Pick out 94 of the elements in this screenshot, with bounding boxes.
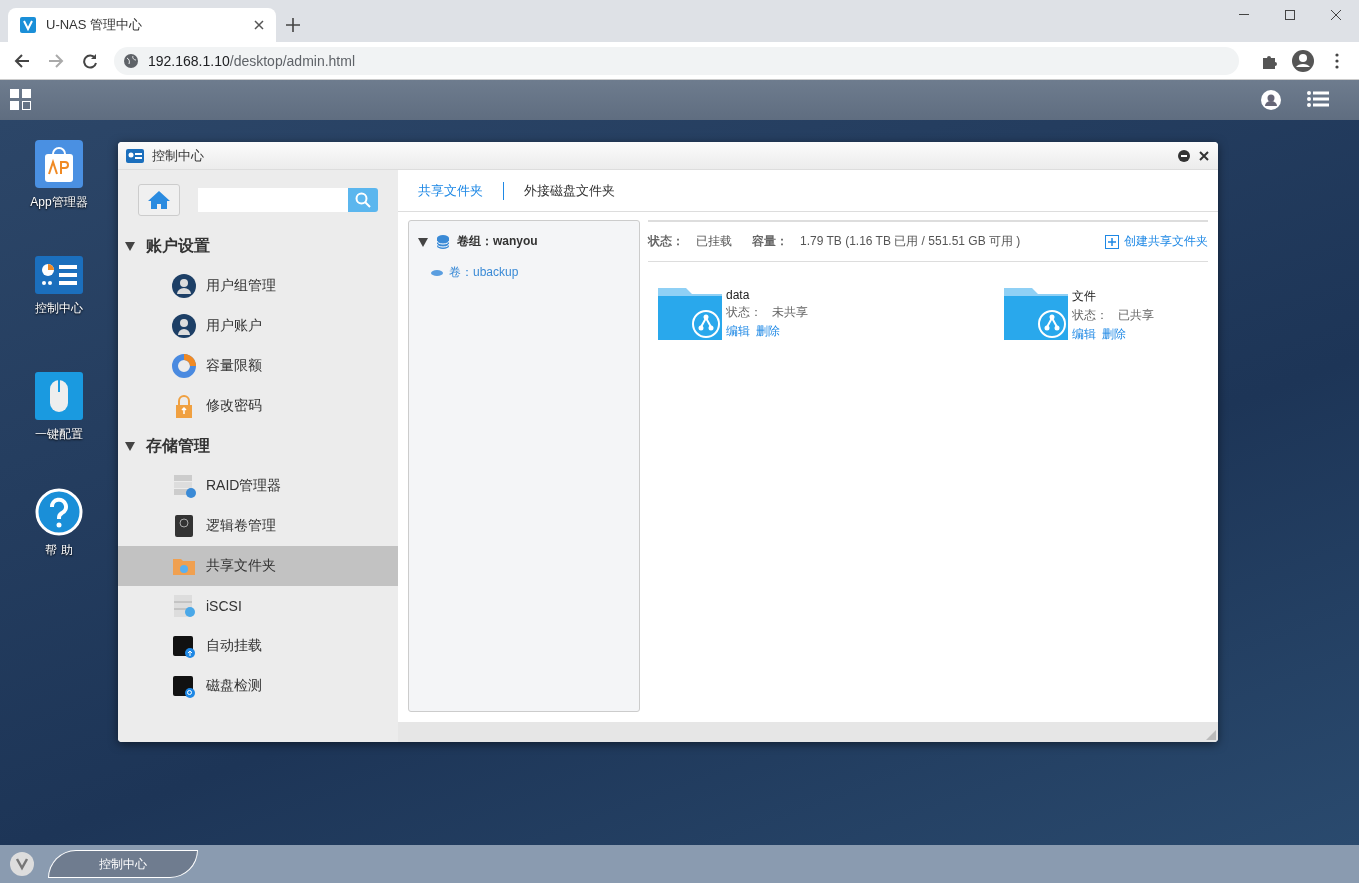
back-arrow-icon[interactable]: [14, 52, 30, 69]
collapse-triangle-icon[interactable]: [124, 440, 136, 452]
action-link[interactable]: 删除: [1102, 326, 1126, 343]
minimize-icon[interactable]: [1178, 149, 1190, 162]
create-shared-folder-link[interactable]: 创建共享文件夹: [1105, 233, 1208, 250]
action-link[interactable]: 编辑: [1072, 326, 1096, 343]
shared-folder-icon[interactable]: [1004, 288, 1068, 340]
sidebar-item[interactable]: 逻辑卷管理: [118, 506, 398, 546]
desktop-icon-label[interactable]: App管理器: [30, 194, 88, 211]
tree-node[interactable]: 卷：ubackup: [449, 264, 519, 281]
sidebar-item-label: RAID管理器: [206, 477, 282, 495]
maximize-icon[interactable]: [1285, 10, 1295, 20]
search-icon: [355, 192, 371, 208]
drive-icon: [172, 514, 196, 538]
sidebar-item[interactable]: RAID管理器: [118, 466, 398, 506]
id-card-icon: [126, 148, 144, 163]
sidebar-item-label: 磁盘检测: [206, 677, 262, 695]
section-title[interactable]: 存储管理: [146, 435, 210, 457]
status-label: 状态：: [726, 304, 762, 321]
status-label: 状态：: [648, 233, 684, 250]
status-label: 状态：: [1072, 307, 1108, 324]
list-icon[interactable]: [1307, 90, 1329, 108]
disk-icon: [431, 269, 443, 276]
home-icon: [147, 190, 171, 210]
capacity-label: 容量：: [752, 233, 788, 250]
folder-name: 文件: [1072, 288, 1097, 305]
status-value: 未共享: [772, 304, 808, 321]
tree-node[interactable]: 卷组：wanyou: [457, 233, 538, 250]
minimize-icon[interactable]: [1239, 14, 1249, 16]
home-button[interactable]: [138, 184, 180, 216]
browser-tab[interactable]: U-NAS 管理中心: [8, 8, 276, 42]
desktop-icon-label[interactable]: 控制中心: [35, 300, 83, 317]
collapse-triangle-icon[interactable]: [124, 240, 136, 252]
shopping-bag-icon[interactable]: [35, 140, 83, 188]
sidebar-item[interactable]: 自动挂载: [118, 626, 398, 666]
globe-icon: [124, 53, 138, 68]
sidebar-item-label: iSCSI: [206, 598, 242, 614]
status-value: 已共享: [1118, 307, 1154, 324]
grid-icon[interactable]: [10, 89, 32, 111]
database-icon: [437, 234, 449, 249]
search-field[interactable]: [198, 188, 348, 212]
plus-icon[interactable]: [286, 18, 300, 32]
drive-upload-icon: [172, 634, 196, 658]
folder-name: data: [726, 288, 751, 302]
close-icon[interactable]: [1198, 149, 1210, 162]
account-icon[interactable]: [1292, 49, 1314, 72]
sidebar-item-label: 用户账户: [206, 317, 262, 335]
dashboard-icon[interactable]: [35, 256, 83, 294]
sidebar-item[interactable]: 共享文件夹: [118, 546, 398, 586]
plus-icon: [1105, 234, 1119, 249]
users-icon: [172, 274, 196, 298]
tab[interactable]: 外接磁盘文件夹: [524, 181, 635, 200]
sidebar-item-label: 共享文件夹: [206, 557, 276, 575]
sidebar-item-label: 自动挂载: [206, 637, 262, 655]
logo-icon: [20, 17, 36, 33]
close-icon[interactable]: [1331, 10, 1341, 20]
close-icon[interactable]: [254, 20, 264, 30]
tab[interactable]: 共享文件夹: [418, 181, 503, 200]
sidebar-item-label: 用户组管理: [206, 277, 276, 295]
address-bar[interactable]: 192.168.1.10/desktop/admin.html: [114, 46, 1239, 75]
window-title: 控制中心: [152, 146, 205, 165]
more-icon[interactable]: [1335, 52, 1339, 69]
desktop-icon-label[interactable]: 帮 助: [45, 542, 73, 559]
sidebar-item[interactable]: 用户账户: [118, 306, 398, 346]
sidebar-item-label: 逻辑卷管理: [206, 517, 276, 535]
collapse-triangle-icon[interactable]: [417, 235, 429, 248]
server-cloud-icon: [172, 594, 196, 618]
sidebar-item[interactable]: 用户组管理: [118, 266, 398, 306]
logo-icon[interactable]: [10, 852, 34, 876]
reload-icon[interactable]: [82, 52, 98, 69]
sidebar-item-label: 修改密码: [206, 397, 262, 415]
desktop-icon-label[interactable]: 一键配置: [35, 426, 83, 443]
url-text: 192.168.1.10/desktop/admin.html: [148, 52, 356, 69]
status-value: 已挂载: [696, 233, 732, 250]
section-title[interactable]: 账户设置: [146, 235, 210, 257]
drive-search-icon: [172, 674, 196, 698]
capacity-value: 1.79 TB (1.16 TB 已用 / 551.51 GB 可用 ): [800, 233, 1021, 250]
donut-chart-icon: [172, 354, 196, 378]
action-link[interactable]: 删除: [756, 323, 780, 340]
tab-title: U-NAS 管理中心: [46, 16, 144, 34]
question-mark-icon[interactable]: [35, 488, 83, 536]
server-icon: [172, 474, 196, 498]
sidebar-item[interactable]: iSCSI: [118, 586, 398, 626]
sidebar-item[interactable]: 修改密码: [118, 386, 398, 426]
mouse-icon[interactable]: [35, 372, 83, 420]
account-icon[interactable]: [1261, 90, 1281, 110]
sidebar-item[interactable]: 容量限额: [118, 346, 398, 386]
action-link[interactable]: 编辑: [726, 323, 750, 340]
shared-folder-icon[interactable]: [658, 288, 722, 340]
resize-grip-icon[interactable]: [1206, 730, 1216, 740]
taskbar-item[interactable]: 控制中心: [48, 850, 198, 878]
sidebar-item[interactable]: 磁盘检测: [118, 666, 398, 706]
sidebar-item-label: 容量限额: [206, 357, 262, 375]
user-icon: [172, 314, 196, 338]
